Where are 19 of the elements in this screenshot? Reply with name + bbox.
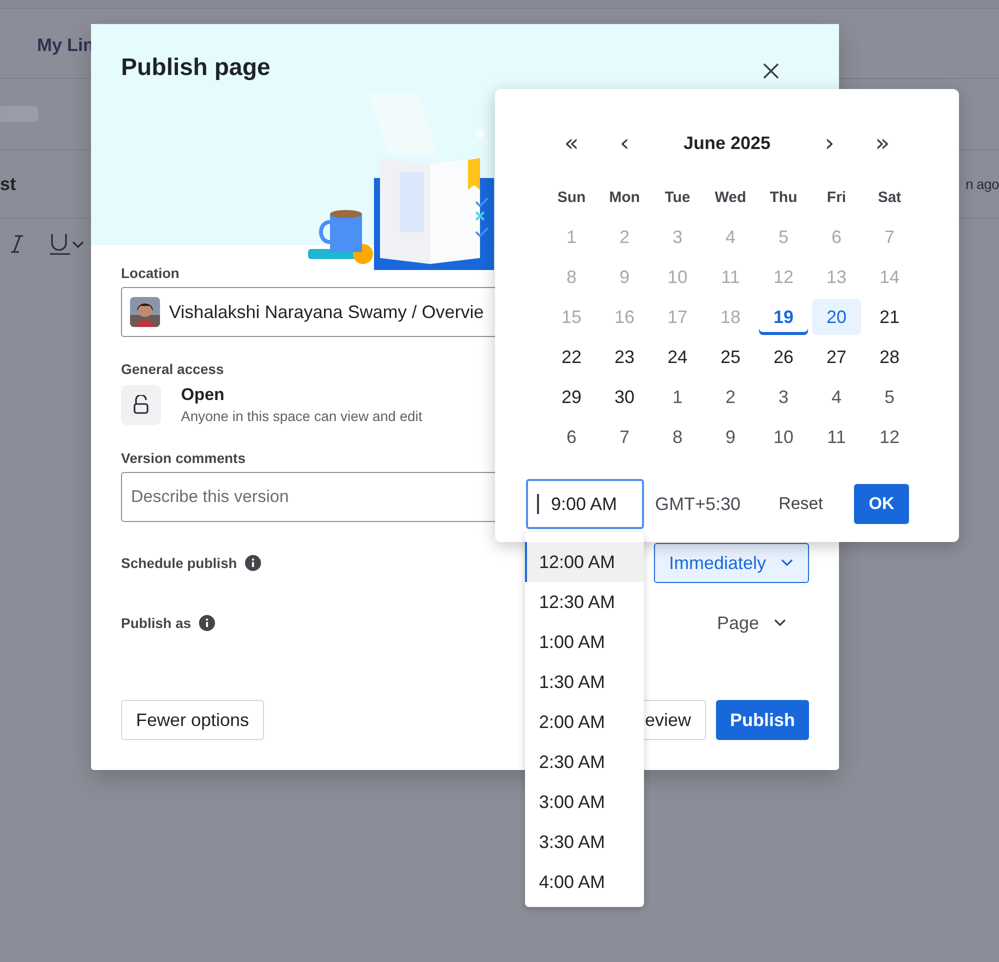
heading-text: st <box>0 174 16 194</box>
timezone-label: GMT+5:30 <box>655 494 742 514</box>
month-title: June 2025 <box>682 132 772 154</box>
field-label: Schedule publish <box>121 555 237 571</box>
timestamp-text: n ago <box>965 176 999 192</box>
weekday-label: Sun <box>557 188 586 206</box>
weekday-label: Fri <box>826 188 846 206</box>
weekday-label: Sat <box>878 188 902 206</box>
access-description: Anyone in this space can view and edit <box>181 408 422 424</box>
weekday-label: Tue <box>664 188 690 206</box>
weekday-label: Mon <box>609 188 640 206</box>
field-label: Publish as <box>121 615 192 631</box>
dialog-title: Publish page <box>121 54 270 82</box>
field-label: Location <box>121 265 180 281</box>
field-label: Version comments <box>121 450 246 466</box>
field-label: General access <box>121 361 224 377</box>
access-title: Open <box>181 385 226 405</box>
weekday-label: Wed <box>714 188 746 206</box>
weekday-label: Thu <box>770 188 798 206</box>
